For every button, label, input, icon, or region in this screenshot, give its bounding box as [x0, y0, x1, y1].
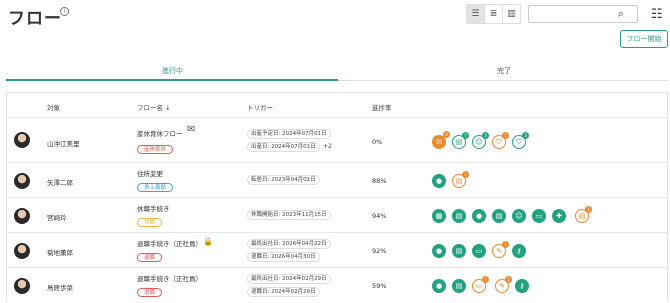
table-row[interactable]: 鳥居歩菜 退職手続き（正社員） 退職 最終出社日: 2024年02月29日 退職…	[7, 267, 667, 303]
health-task-icon[interactable]: ✚	[552, 209, 566, 223]
document-task-icon[interactable]: ▤ 1	[575, 206, 592, 223]
task-count-badge: 3	[482, 132, 489, 139]
table-row[interactable]: 宮崎玲 休職手続き 休職 休職開始日: 2023年11月15日 94% ▦ ▤ …	[7, 197, 667, 232]
task-count-badge: 1	[502, 132, 509, 139]
tab-in-progress[interactable]: 進行中	[162, 66, 183, 76]
id-card-task-icon[interactable]: ▭ 1	[472, 276, 489, 293]
target-name: 宮崎玲	[47, 214, 67, 222]
lock-icon: 🔒	[203, 237, 213, 246]
mail-icon: ✉	[187, 124, 196, 135]
document-task-icon[interactable]: ▤ 1	[452, 171, 469, 188]
person-task-icon[interactable]: ●	[432, 279, 446, 293]
column-header-progress: 進捗率	[372, 104, 392, 112]
column-header-target: 対象	[47, 104, 60, 112]
filter-settings-icon[interactable]: ☷	[651, 7, 663, 22]
trigger-chip: 退職日: 2026年04月30日	[247, 252, 320, 262]
avatar	[14, 208, 30, 224]
baby-task-icon[interactable]: ☺ 3	[472, 132, 489, 149]
trigger-chip: 転居日: 2023年04月01日	[247, 175, 320, 185]
flow-name[interactable]: 住所変更	[137, 168, 163, 178]
table-row[interactable]: 山沖江美里 産休育休フロー ✉ 産休育休 出産予定日: 2024年07月01日 …	[7, 117, 667, 162]
page-title: フロー	[8, 9, 62, 29]
table-row[interactable]: 矢澤二郎 住所変更 身上異動 転居日: 2023年04月01日 88% ● ▤ 1	[7, 162, 667, 197]
flow-tag: 退職	[137, 288, 163, 297]
info-icon[interactable]: i	[60, 7, 69, 16]
search-input[interactable]: ⌕	[528, 5, 638, 23]
trigger-chip: 出産予定日: 2024年07月01日	[247, 129, 331, 139]
detail-view-icon[interactable]: ≣	[485, 5, 503, 23]
list-view-icon[interactable]: ☰	[467, 5, 485, 23]
trigger-chip: 出産日: 2024年07月01日	[247, 142, 320, 152]
task-count-badge: 1	[502, 241, 509, 248]
avatar	[14, 243, 30, 259]
tab-divider	[338, 80, 667, 81]
shield-task-icon[interactable]: ⛉ 1	[492, 132, 509, 149]
column-header-flow-name[interactable]: フロー名 ↓	[137, 102, 171, 112]
target-name: 菊地薫郎	[47, 249, 73, 257]
task-count-badge: 4	[443, 131, 450, 138]
avatar	[14, 278, 30, 294]
flow-tag: 休職	[137, 218, 163, 227]
baby-task-icon[interactable]: ☺	[512, 209, 526, 223]
mail-task-icon[interactable]: ✉ 4	[432, 131, 450, 149]
task-count-badge: 1	[482, 276, 489, 283]
flow-tag: 身上異動	[137, 183, 174, 192]
task-count-badge: 1	[505, 276, 512, 283]
column-header-trigger: トリガー	[247, 104, 273, 112]
start-flow-button[interactable]: フロー開始	[620, 30, 668, 48]
trigger-chip: 最終出社日: 2026年04月22日	[247, 239, 331, 249]
document-task-icon[interactable]: ▤ 7	[452, 132, 469, 149]
table-row[interactable]: 菊地薫郎 退職手続き（正社員） 🔒 退職 最終出社日: 2026年04月22日 …	[7, 232, 667, 267]
id-card-task-icon[interactable]: ▭	[472, 244, 486, 258]
view-toggle: ☰ ≣ ▥	[466, 4, 521, 24]
key-task-icon[interactable]: ⚷	[512, 244, 526, 258]
flow-tag: 産休育休	[137, 145, 174, 154]
trigger-chip: 最終出社日: 2024年02月29日	[247, 274, 331, 284]
flow-name[interactable]: 退職手続き（正社員）	[137, 273, 202, 283]
avatar	[14, 173, 30, 189]
progress-rate: 94%	[372, 212, 387, 220]
progress-rate: 59%	[372, 282, 387, 290]
progress-rate: 92%	[372, 247, 387, 255]
more-triggers[interactable]: +2	[323, 143, 332, 150]
board-view-icon[interactable]: ▥	[503, 5, 520, 23]
id-card-task-icon[interactable]: ▭	[532, 209, 546, 223]
calendar-task-icon[interactable]: ▦	[432, 209, 446, 223]
chat-task-icon[interactable]: ✎ 1	[492, 241, 509, 258]
shield-task-icon[interactable]: ⛉ 3	[512, 132, 529, 149]
person-task-icon[interactable]: ●	[472, 209, 486, 223]
task-count-badge: 7	[462, 132, 469, 139]
flow-tag: 退職	[137, 253, 163, 262]
key-task-icon[interactable]: ⚷	[515, 279, 529, 293]
person-task-icon[interactable]: ●	[432, 244, 446, 258]
flow-name[interactable]: 産休育休フロー	[137, 128, 183, 138]
target-name: 矢澤二郎	[47, 179, 73, 187]
avatar	[14, 132, 30, 148]
document-task-icon[interactable]: ▤	[452, 244, 466, 258]
tab-completed[interactable]: 完了	[497, 66, 511, 76]
active-tab-indicator	[6, 79, 338, 81]
document-task-icon[interactable]: ▤	[492, 209, 506, 223]
search-icon: ⌕	[617, 7, 625, 20]
document-task-icon[interactable]: ▤	[452, 209, 466, 223]
task-count-badge: 3	[522, 132, 529, 139]
document-task-icon[interactable]: ▤	[452, 279, 466, 293]
target-name: 山沖江美里	[47, 140, 80, 148]
flow-table: 対象 フロー名 ↓ トリガー 進捗率 山沖江美里 産休育休フロー ✉ 産休育休 …	[6, 92, 668, 302]
target-name: 鳥居歩菜	[47, 284, 73, 292]
trigger-chip: 休職開始日: 2023年11月15日	[247, 210, 331, 220]
chat-task-icon[interactable]: ✎ 1	[495, 276, 512, 293]
trigger-chip: 退職日: 2024年02月29日	[247, 287, 320, 297]
task-count-badge: 1	[585, 206, 592, 213]
progress-rate: 0%	[372, 138, 383, 146]
progress-rate: 88%	[372, 177, 387, 185]
flow-name[interactable]: 退職手続き（正社員）	[137, 238, 202, 248]
person-task-icon[interactable]: ●	[432, 174, 446, 188]
task-count-badge: 1	[462, 171, 469, 178]
flow-name[interactable]: 休職手続き	[137, 203, 170, 213]
